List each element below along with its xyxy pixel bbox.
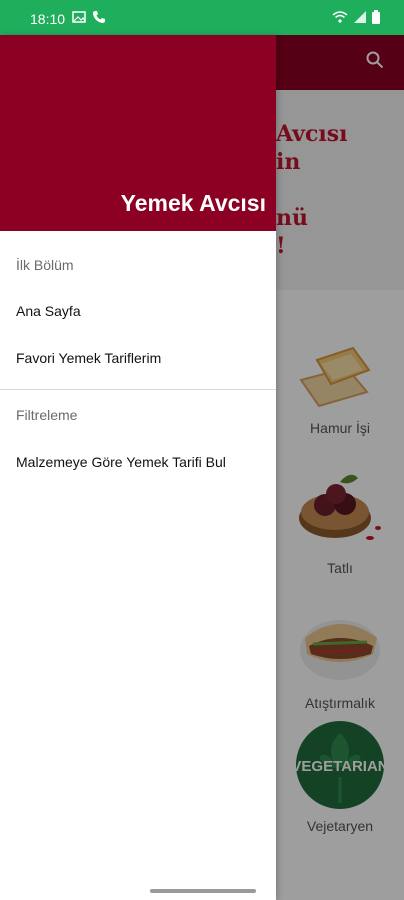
status-bar: 18:10 <box>0 0 404 35</box>
section-header-filtreleme: Filtreleme <box>16 407 78 423</box>
drawer-title: Yemek Avcısı <box>120 190 266 216</box>
drawer-header: Yemek Avcısı <box>0 35 276 231</box>
gesture-nav-bar[interactable] <box>150 889 256 893</box>
navigation-drawer: Yemek Avcısı İlk Bölüm Ana Sayfa Favori … <box>0 35 276 900</box>
status-time: 18:10 <box>30 11 66 27</box>
battery-icon <box>372 10 380 24</box>
gallery-icon <box>72 11 86 23</box>
status-right-icons <box>332 10 380 24</box>
status-left-icons <box>72 10 106 24</box>
drawer-divider <box>0 389 276 390</box>
phone-icon <box>93 11 105 23</box>
section-header-ilk-bolum: İlk Bölüm <box>16 257 74 273</box>
wifi-icon <box>332 11 348 23</box>
menu-item-favori-tarifler[interactable]: Favori Yemek Tariflerim <box>16 350 161 366</box>
signal-icon <box>354 11 366 23</box>
menu-item-ana-sayfa[interactable]: Ana Sayfa <box>16 303 81 319</box>
menu-item-malzemeye-gore[interactable]: Malzemeye Göre Yemek Tarifi Bul <box>16 454 226 470</box>
